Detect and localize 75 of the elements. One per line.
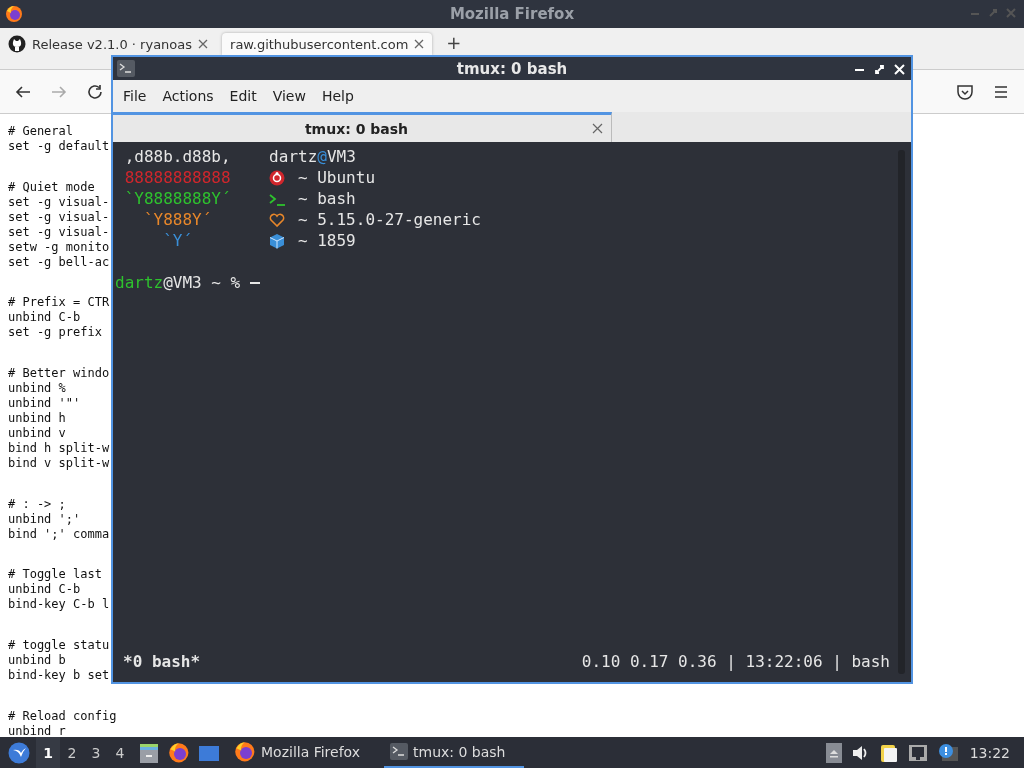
terminal-icon [390, 743, 409, 760]
network-icon[interactable] [907, 743, 928, 762]
system-info: ~ 5.15.0-27-generic [297, 209, 481, 230]
code-line: bind-key b set [8, 668, 110, 684]
code-line: # Better windo [8, 366, 110, 382]
code-line: set -g default [8, 139, 110, 154]
code-line: set -g prefix [8, 325, 102, 341]
code-line: # Toggle last [8, 567, 102, 583]
code-line: set -g bell-ac [8, 254, 110, 270]
eject-icon[interactable] [825, 742, 842, 763]
menu-item[interactable]: File [115, 88, 155, 104]
github-icon [8, 35, 26, 53]
menu-item[interactable]: View [264, 88, 314, 104]
ascii-art-line: `Y888Y´ [142, 209, 213, 230]
taskbar-button[interactable]: Mozilla Firefox [228, 737, 367, 768]
code-line: unbind h [8, 411, 66, 427]
code-line: bind v split-w [8, 456, 110, 472]
code-line: set -g visual- [8, 224, 110, 240]
cursor [249, 281, 260, 284]
code-line: setw -g monito [8, 239, 110, 255]
user-host: dartz@VM3 [269, 146, 356, 167]
system-info: ~ 1859 [297, 230, 356, 251]
notification-icon[interactable] [937, 742, 958, 763]
clipboard-icon[interactable] [879, 742, 898, 763]
tmux-window-name: *0 bash* [123, 651, 202, 672]
pocket-icon[interactable] [956, 82, 974, 101]
window-title: tmux: 0 bash [456, 59, 568, 78]
workspace-button[interactable]: 3 [84, 737, 108, 768]
code-line: bind h split-w [8, 441, 110, 457]
menu-item[interactable]: Edit [221, 88, 265, 104]
code-line: unbind C-b [8, 582, 81, 598]
ascii-art-line: ,d88b.d88b, [123, 146, 231, 167]
tmux-status: 0.10 0.17 0.36 | 13:22:06 | bash [581, 651, 890, 672]
firefox-icon[interactable] [168, 741, 190, 764]
system-info: ~ Ubuntu [297, 167, 375, 188]
window-title: Mozilla Firefox [449, 5, 575, 23]
code-line: bind-key C-b l [8, 597, 110, 613]
system-info: ~ bash [297, 188, 356, 209]
menu-item[interactable]: Help [313, 88, 362, 104]
workspace-button[interactable]: 4 [108, 737, 132, 768]
ascii-art-line: `Y´ [162, 230, 194, 251]
browser-tab[interactable]: Release v2.1.0 · ryanoas [0, 33, 217, 55]
firefox-icon [234, 740, 256, 763]
clock: 13:22 [969, 744, 1010, 761]
code-line: # Quiet mode [8, 179, 95, 195]
code-line: set -g visual- [8, 209, 110, 225]
close-icon[interactable] [414, 39, 425, 49]
code-line: unbind b [8, 653, 66, 669]
code-line: # General [8, 124, 74, 139]
workspace-button[interactable]: 2 [60, 737, 84, 768]
taskbar-button[interactable]: tmux: 0 bash [384, 737, 525, 768]
workspace-button[interactable]: 1 [36, 737, 60, 768]
terminal-icon [117, 60, 135, 77]
code-line: unbind % [8, 381, 66, 397]
firefox-icon [5, 5, 23, 23]
menu-item[interactable]: Actions [154, 88, 222, 104]
code-line: unbind v [8, 426, 66, 442]
new-tab-button[interactable]: + [446, 33, 462, 53]
shell-prompt: dartz@VM3 ~ % [115, 272, 241, 293]
code-line: set -g visual- [8, 194, 110, 210]
code-line: # toggle statu [8, 638, 110, 654]
ascii-art-line: 88888888888 [123, 167, 231, 188]
code-line: unbind r [8, 723, 66, 739]
code-line: bind ';' comma [8, 526, 110, 542]
code-line: # Prefix = CTR [8, 295, 110, 311]
code-line: # Reload config [8, 708, 117, 724]
ascii-art-line: `Y8888888Y´ [123, 188, 231, 209]
code-line: unbind C-b [8, 310, 81, 326]
code-line: unbind ';' [8, 511, 81, 527]
code-line: # : -> ; [8, 496, 66, 512]
start-menu-icon[interactable] [8, 741, 30, 764]
file-cabinet-icon[interactable] [138, 741, 160, 764]
code-line: unbind '"' [8, 396, 81, 412]
reload-icon[interactable] [86, 82, 104, 101]
browser-tab[interactable]: raw.githubusercontent.com [222, 33, 433, 55]
